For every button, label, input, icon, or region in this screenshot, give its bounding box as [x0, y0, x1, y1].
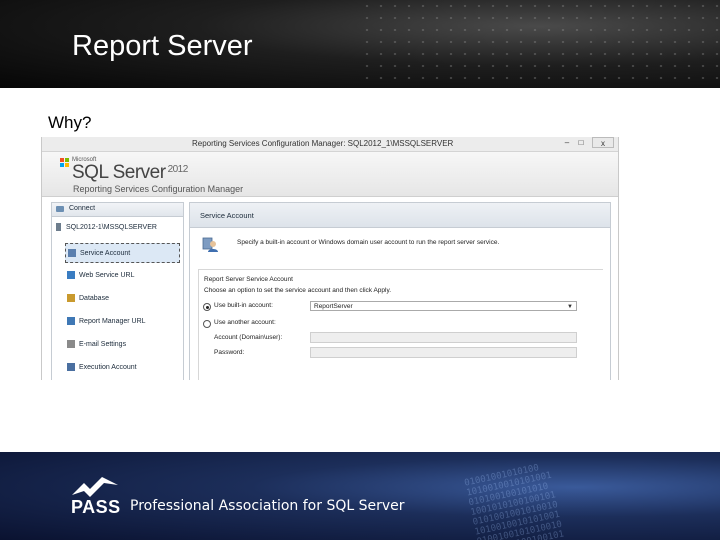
binary-pattern: 01001001010100 1010010010101001 01010010… — [463, 463, 568, 540]
execution-account-icon — [67, 363, 75, 371]
window-title: Reporting Services Configuration Manager… — [192, 139, 454, 148]
nav-item-e-mail-settings[interactable]: E-mail Settings — [65, 335, 180, 355]
nav-item-execution-account[interactable]: Execution Account — [65, 358, 180, 378]
nav-item-database[interactable]: Database — [65, 289, 180, 309]
builtin-account-label: Use built-in account: — [214, 302, 273, 309]
builtin-account-select[interactable]: ReportServer ▼ — [310, 301, 577, 311]
page-header: Service Account — [190, 203, 610, 228]
connect-plug-icon — [56, 206, 64, 212]
connect-button[interactable]: Connect — [52, 203, 183, 217]
product-subtitle: Reporting Services Configuration Manager — [73, 184, 244, 194]
page-description: Specify a built-in account or Windows do… — [237, 239, 500, 246]
service-account-page: Service Account Specify a built-in accou… — [189, 202, 611, 380]
nav-item-label: Web Service URL — [79, 272, 135, 279]
maximize-button[interactable]: □ — [574, 137, 588, 148]
nav-item-label: Database — [79, 295, 109, 302]
header-dot-pattern — [360, 0, 720, 88]
builtin-account-radio[interactable] — [203, 303, 211, 311]
connect-label: Connect — [69, 205, 96, 212]
product-name: SQL Server 2012 — [72, 162, 188, 184]
nav-item-label: Execution Account — [79, 364, 137, 371]
navigation-pane: Connect SQL2012-1\MSSQLSERVER Service Ac… — [51, 202, 184, 380]
nav-item-report-manager-url[interactable]: Report Manager URL — [65, 312, 180, 332]
page-title: Service Account — [200, 211, 254, 220]
group-instructions: Choose an option to set the service acco… — [204, 287, 392, 294]
server-label: SQL2012-1\MSSQLSERVER — [66, 223, 157, 231]
config-manager-screenshot: Reporting Services Configuration Manager… — [41, 137, 619, 380]
report-manager-icon — [67, 317, 75, 325]
slide-header: Report Server — [0, 0, 720, 88]
group-title: Report Server Service Account — [204, 276, 293, 283]
nav-item-service-account[interactable]: Service Account — [65, 243, 180, 263]
password-field-label: Password: — [214, 349, 245, 356]
nav-item-label: Service Account — [80, 250, 131, 257]
account-field-label: Account (Domain\user): — [214, 334, 283, 341]
minimize-button[interactable]: – — [560, 137, 574, 148]
slide-question: Why? — [48, 113, 92, 132]
service-account-icon — [68, 249, 76, 257]
nav-item-label: E-mail Settings — [79, 341, 127, 348]
nav-item-web-service-url[interactable]: Web Service URL — [65, 266, 180, 286]
close-button[interactable]: x — [592, 137, 614, 148]
server-node[interactable]: SQL2012-1\MSSQLSERVER — [56, 223, 157, 231]
service-account-icon — [202, 237, 218, 252]
account-field[interactable] — [310, 332, 577, 343]
another-account-radio[interactable] — [203, 320, 211, 328]
microsoft-logo-icon — [60, 158, 69, 167]
pass-logo-text: PASS — [71, 497, 121, 517]
server-icon — [56, 223, 61, 231]
product-label: SQL Server — [72, 162, 166, 183]
builtin-account-value: ReportServer — [314, 303, 353, 310]
association-name: Professional Association for SQL Server — [130, 498, 405, 514]
chevron-down-icon: ▼ — [567, 304, 573, 310]
slide-footer: 01001001010100 1010010010101001 01010010… — [0, 452, 720, 540]
window-titlebar: Reporting Services Configuration Manager… — [42, 137, 618, 152]
product-version: 2012 — [167, 164, 189, 175]
slide-title: Report Server — [72, 30, 253, 62]
nav-item-label: Report Manager URL — [79, 318, 146, 325]
another-account-label: Use another account: — [214, 319, 276, 326]
password-field[interactable] — [310, 347, 577, 358]
globe-icon — [67, 271, 75, 279]
database-icon — [67, 294, 75, 302]
product-banner: Microsoft SQL Server 2012 Reporting Servi… — [42, 152, 618, 197]
email-icon — [67, 340, 75, 348]
